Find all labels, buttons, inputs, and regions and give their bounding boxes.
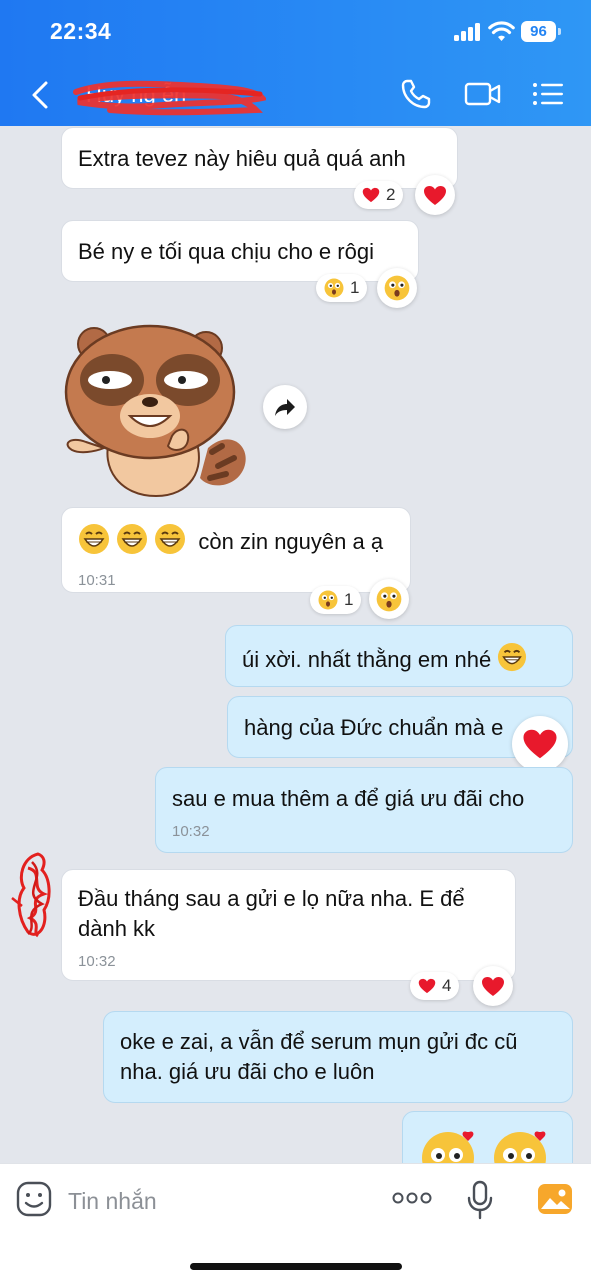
grin-emoji-icon [154, 523, 186, 563]
more-icon[interactable] [392, 1188, 432, 1208]
video-call-icon[interactable] [463, 76, 503, 112]
message-text-line2: nha. giá ưu đãi cho e luôn [120, 1059, 375, 1084]
sticker-icon[interactable] [16, 1181, 52, 1217]
message-time: 10:32 [78, 953, 116, 970]
incoming-message[interactable]: Bé ny e tối qua chịu cho e rôgi [61, 220, 419, 282]
heart-icon [523, 729, 557, 759]
love-eyes-emoji-icon [419, 1128, 477, 1163]
message-text: hàng của Đức chuẩn mà e [244, 715, 504, 740]
message-text: còn zin nguyên a ạ [198, 528, 384, 554]
mic-icon[interactable] [466, 1180, 494, 1220]
message-text-line1: oke e zai, a vẫn để serum mụn gửi đc cũ [120, 1029, 518, 1054]
reaction-summary[interactable]: 1 [316, 274, 368, 302]
grin-emoji-icon [78, 523, 110, 563]
avatar-redaction-scribble [11, 852, 51, 938]
menu-list-icon[interactable] [531, 76, 565, 112]
react-button[interactable] [369, 579, 409, 619]
image-icon[interactable] [537, 1181, 573, 1217]
home-indicator [190, 1263, 402, 1270]
surprised-emoji-icon [384, 275, 410, 301]
signal-icon [454, 23, 482, 41]
react-button[interactable] [415, 175, 455, 215]
message-text: Extra tevez này hiêu quả quá anh [78, 146, 406, 171]
react-button[interactable] [512, 716, 568, 772]
incoming-message[interactable]: còn zin nguyên a ạ 10:31 [61, 507, 411, 593]
grin-emoji-icon [497, 642, 527, 680]
incoming-message[interactable]: Đầu tháng sau a gửi e lọ nữa nha. E để d… [61, 869, 516, 981]
phone-icon[interactable] [398, 76, 434, 112]
grin-emoji-icon [116, 523, 148, 563]
message-input-bar [0, 1163, 591, 1281]
message-input[interactable] [66, 1180, 370, 1222]
reaction-count: 2 [386, 185, 396, 204]
heart-icon [418, 978, 436, 994]
surprised-emoji-icon [324, 278, 344, 298]
outgoing-message[interactable] [402, 1111, 573, 1163]
surprised-emoji-icon [376, 586, 402, 612]
status-bar: 22:34 96 [0, 0, 591, 62]
reaction-summary[interactable]: 1 [310, 586, 362, 614]
battery-indicator: 96 [521, 21, 561, 42]
status-time: 22:34 [50, 18, 112, 44]
wifi-icon [488, 21, 515, 41]
heart-icon [362, 187, 380, 203]
message-text-line2: dành kk [78, 916, 156, 941]
reaction-count: 4 [442, 976, 452, 995]
message-time: 10:32 [172, 823, 210, 840]
forward-button[interactable] [263, 385, 307, 429]
reaction-count: 1 [344, 590, 354, 609]
incoming-message[interactable]: Extra tevez này hiêu quả quá anh [61, 127, 458, 189]
message-text: Bé ny e tối qua chịu cho e rôgi [78, 239, 374, 264]
raccoon-sticker[interactable] [60, 318, 250, 498]
reaction-summary[interactable]: 4 [410, 972, 460, 1000]
react-button[interactable] [377, 268, 417, 308]
name-redaction-scribble [73, 80, 266, 116]
message-text: sau e mua thêm a để giá ưu đãi cho [172, 786, 525, 811]
outgoing-message[interactable]: sau e mua thêm a để giá ưu đãi cho 10:32 [155, 767, 573, 853]
nav-bar: Huy ng ễn [0, 62, 591, 126]
outgoing-message[interactable]: oke e zai, a vẫn để serum mụn gửi đc cũ … [103, 1011, 573, 1103]
react-button[interactable] [473, 966, 513, 1006]
back-icon[interactable] [26, 78, 56, 112]
chat-header: 22:34 96 Huy ng ễn [0, 0, 591, 126]
heart-icon [424, 185, 446, 205]
forward-icon [275, 399, 295, 416]
surprised-emoji-icon [318, 590, 338, 610]
reaction-count: 1 [350, 278, 360, 297]
message-text: úi xời. nhất thằng em nhé [242, 646, 492, 672]
reaction-summary[interactable]: 2 [354, 181, 404, 209]
heart-icon [482, 976, 504, 996]
love-eyes-emoji-icon [491, 1128, 549, 1163]
outgoing-message[interactable]: úi xời. nhất thằng em nhé [225, 625, 573, 687]
chat-area[interactable]: Extra tevez này hiêu quả quá anh 2 Bé ny… [0, 126, 591, 1163]
message-text-line1: Đầu tháng sau a gửi e lọ nữa nha. E để [78, 886, 465, 911]
